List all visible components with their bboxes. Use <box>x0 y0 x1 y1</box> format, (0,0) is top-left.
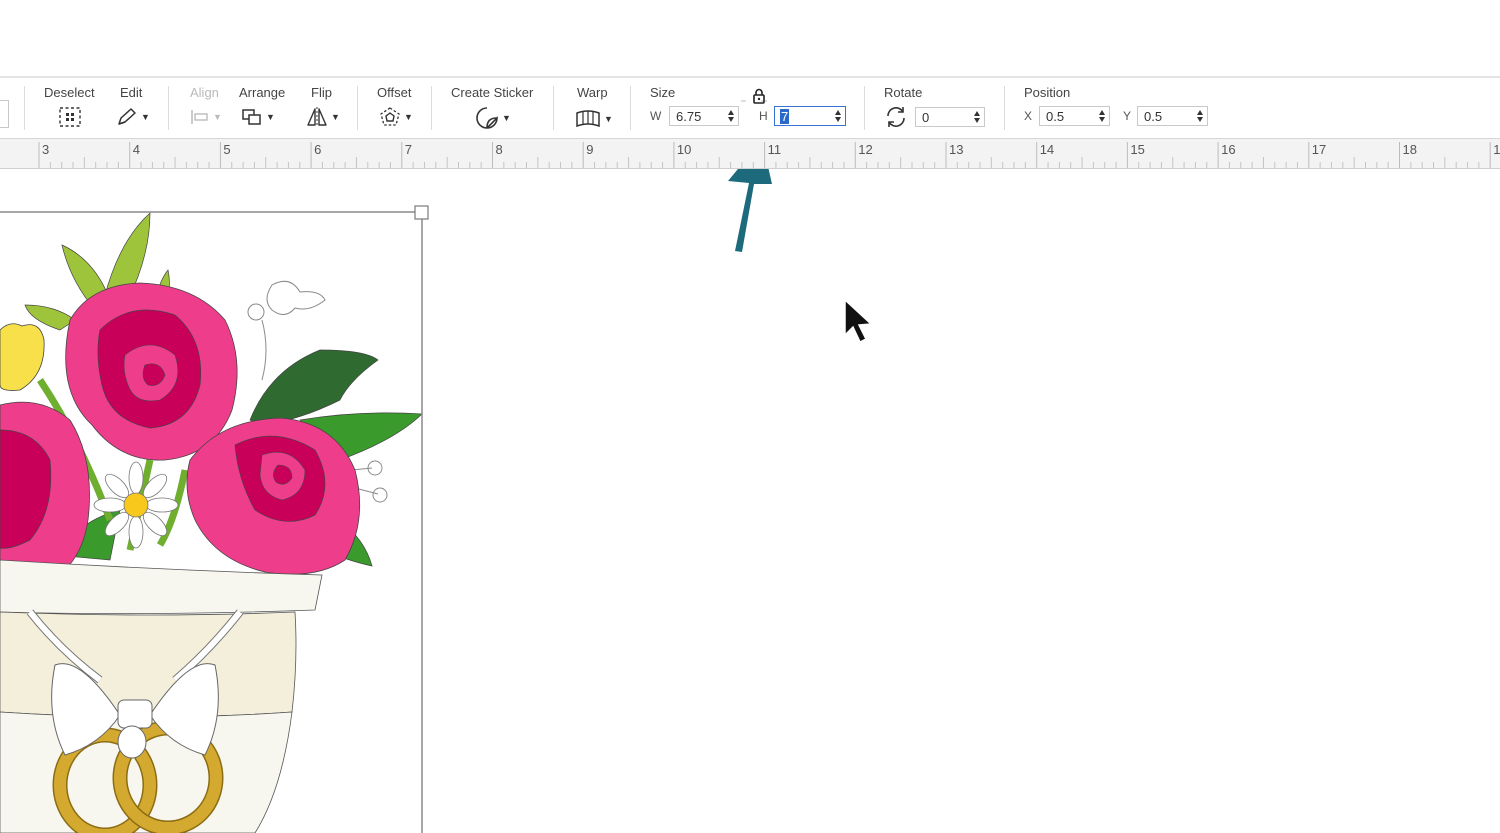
spinner-icon[interactable] <box>973 110 981 124</box>
offset-icon[interactable]: ▼ <box>379 106 413 128</box>
ruler-number: 11 <box>768 142 782 157</box>
edit-label: Edit <box>120 85 143 100</box>
sticker-icon[interactable]: ▼ <box>475 107 511 129</box>
position-label: Position <box>1024 85 1071 100</box>
rotate-field[interactable]: 0 <box>915 107 985 127</box>
flip-group[interactable]: Flip ▼ <box>306 78 346 138</box>
offset-group[interactable]: Offset ▼ <box>377 78 417 138</box>
chevron-down-icon: ▼ <box>331 112 340 122</box>
toolbar-divider <box>553 86 554 130</box>
chevron-down-icon: ▼ <box>141 112 150 122</box>
ruler-number: 4 <box>133 142 140 157</box>
align-group[interactable]: Align ▼ <box>188 78 228 138</box>
toolbar-divider <box>864 86 865 130</box>
arrange-icon[interactable]: ▼ <box>241 106 275 128</box>
ruler-number: 12 <box>858 142 872 157</box>
ruler-number: 7 <box>405 142 412 157</box>
warp-group[interactable]: Warp ▼ <box>573 78 618 138</box>
yellow-tulip <box>0 323 45 391</box>
y-axis-label: Y <box>1123 109 1132 123</box>
spinner-icon[interactable] <box>727 109 735 123</box>
flip-label: Flip <box>311 85 332 100</box>
ruler-number: 15 <box>1130 142 1144 157</box>
chevron-down-icon: ▼ <box>404 112 413 122</box>
ruler-number: 18 <box>1403 142 1417 157</box>
width-value: 6.75 <box>676 109 702 124</box>
white-flower <box>266 280 326 315</box>
lock-icon[interactable] <box>752 87 766 105</box>
spinner-icon[interactable] <box>1098 109 1106 123</box>
ruler-number: 3 <box>42 142 49 157</box>
canvas-artwork <box>0 169 873 833</box>
edit-group[interactable]: Edit ▼ <box>116 78 156 138</box>
ruler-number: 10 <box>677 142 691 157</box>
deselect-label: Deselect <box>44 85 95 100</box>
width-field[interactable]: 6.75 <box>669 106 739 126</box>
chevron-down-icon: ▼ <box>213 112 222 122</box>
chevron-down-icon: ▼ <box>604 114 613 124</box>
truncated-control[interactable] <box>0 100 9 128</box>
toolbar-divider <box>1004 86 1005 130</box>
create-sticker-label: Create Sticker <box>451 85 534 100</box>
ruler-number: 5 <box>223 142 230 157</box>
ruler-number: 6 <box>314 142 321 157</box>
header-blank-area <box>0 0 1500 78</box>
toolbar-divider <box>357 86 358 130</box>
ruler-number: 9 <box>586 142 593 157</box>
edit-toolbar: Deselect Edit ▼ Align ▼ Arrange ▼ Flip ▼… <box>0 78 1500 139</box>
width-axis-label: W <box>650 109 662 123</box>
daisy <box>93 461 179 549</box>
size-label: Size <box>650 85 676 100</box>
arrange-label: Arrange <box>239 85 286 100</box>
position-group: Position X 0.5 Y 0.5 <box>1024 78 1214 138</box>
chevron-down-icon: ▼ <box>266 112 275 122</box>
pencil-icon[interactable]: ▼ <box>116 106 150 128</box>
design-canvas[interactable] <box>0 169 1500 833</box>
align-label: Align <box>190 85 219 100</box>
warp-label: Warp <box>577 85 608 100</box>
cup <box>0 559 323 833</box>
rotate-icon[interactable] <box>884 106 908 128</box>
toolbar-divider <box>24 86 25 130</box>
height-axis-label: H <box>759 109 768 123</box>
ruler-number: 17 <box>1312 142 1326 157</box>
position-x-field[interactable]: 0.5 <box>1039 106 1110 126</box>
chevron-down-icon: ▼ <box>502 113 511 123</box>
height-field[interactable]: 7 <box>774 106 846 126</box>
create-sticker-group[interactable]: Create Sticker ▼ <box>451 78 541 138</box>
white-bud <box>247 303 265 321</box>
rotate-value: 0 <box>922 110 930 125</box>
ruler-number: 1 <box>1493 142 1500 157</box>
deselect-group[interactable]: Deselect <box>44 78 104 138</box>
ruler-scale: 3 4 5 6 7 8 9 10 11 12 13 14 15 16 17 18 1 <box>38 142 1500 168</box>
spinner-icon[interactable] <box>1196 109 1204 123</box>
x-axis-label: X <box>1024 109 1033 123</box>
ruler-number: 8 <box>496 142 503 157</box>
toolbar-divider <box>431 86 432 130</box>
position-y-value: 0.5 <box>1144 109 1163 124</box>
position-x-value: 0.5 <box>1046 109 1065 124</box>
top-rose <box>65 282 238 461</box>
deselect-icon[interactable] <box>58 106 82 128</box>
align-icon[interactable]: ▼ <box>190 106 222 128</box>
rotate-group: Rotate 0 <box>884 78 994 138</box>
ruler-number: 13 <box>949 142 963 157</box>
toolbar-divider <box>630 86 631 130</box>
warp-icon[interactable]: ▼ <box>575 108 613 130</box>
ruler-number: 16 <box>1221 142 1235 157</box>
annotation-arrow <box>728 169 772 252</box>
flip-icon[interactable]: ▼ <box>306 106 340 128</box>
size-group: Size W 6.75 H 7 <box>650 78 850 138</box>
right-rose <box>186 417 361 575</box>
toolbar-divider <box>168 86 169 130</box>
arrange-group[interactable]: Arrange ▼ <box>239 78 289 138</box>
cursor-icon <box>844 298 873 344</box>
rotate-label: Rotate <box>884 85 923 100</box>
offset-label: Offset <box>377 85 412 100</box>
horizontal-ruler[interactable]: 3 4 5 6 7 8 9 10 11 12 13 14 15 16 17 18 1 <box>0 139 1500 169</box>
position-y-field[interactable]: 0.5 <box>1137 106 1208 126</box>
height-value: 7 <box>780 109 790 124</box>
ruler-number: 14 <box>1040 142 1054 157</box>
spinner-icon[interactable] <box>834 109 842 123</box>
